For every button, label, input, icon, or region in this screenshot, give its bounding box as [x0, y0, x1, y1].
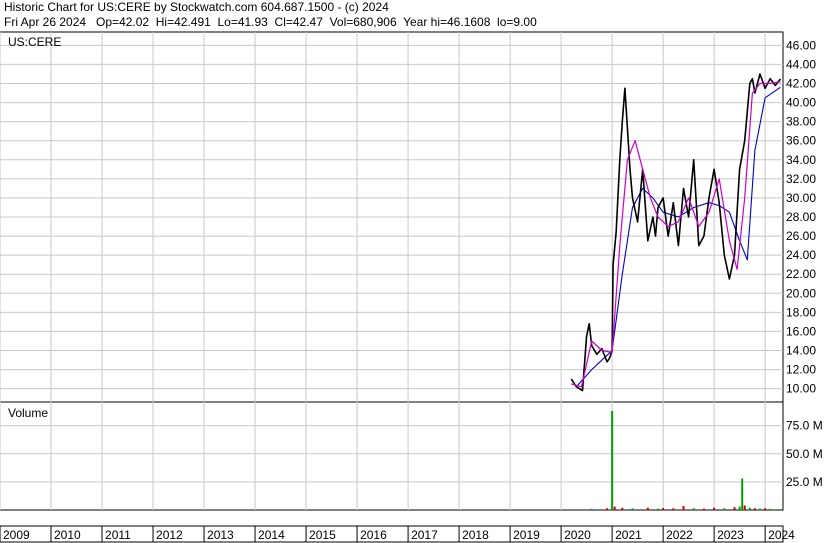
price-tick-label-12: 34.00: [786, 153, 816, 167]
volume-bar-23: [769, 508, 772, 510]
volume-panel-frame: [0, 401, 784, 511]
price-tick-label-5: 20.00: [786, 286, 816, 300]
volume-bar-11: [692, 508, 695, 510]
year-tick-label-15: 2024: [768, 528, 795, 542]
price-tick-label-18: 46.00: [786, 38, 816, 52]
volume-bar-3: [613, 506, 616, 510]
volume-bar-13: [713, 507, 716, 510]
volume-label: Volume: [8, 406, 48, 420]
year-tick-label-13: 2022: [666, 528, 693, 542]
year-tick-label-7: 2016: [360, 528, 387, 542]
volume-bar-14: [723, 508, 726, 510]
volume-bar-19: [748, 507, 751, 510]
volume-tick-label-2: 75.0 M: [786, 419, 823, 433]
volume-bar-22: [764, 508, 767, 510]
year-tick-label-8: 2017: [411, 528, 438, 542]
price-tick-label-8: 26.00: [786, 229, 816, 243]
volume-bar-6: [646, 507, 649, 510]
volume-tick-label-1: 50.0 M: [786, 447, 823, 461]
volume-bar-1: [606, 508, 609, 510]
volume-bar-9: [672, 508, 675, 510]
price-tick-label-1: 12.00: [786, 363, 816, 377]
volume-bar-20: [753, 508, 756, 510]
year-tick-label-4: 2013: [207, 528, 234, 542]
volume-bar-16: [738, 506, 741, 510]
volume-bar-18: [743, 505, 746, 510]
price-tick-label-6: 22.00: [786, 267, 816, 281]
volume-bar-15: [733, 507, 736, 510]
year-tick-label-14: 2023: [717, 528, 744, 542]
year-tick-label-12: 2021: [615, 528, 642, 542]
volume-bar-7: [657, 508, 660, 510]
price-tick-label-13: 36.00: [786, 134, 816, 148]
year-tick-label-11: 2020: [564, 528, 591, 542]
price-tick-label-7: 24.00: [786, 248, 816, 262]
price-tick-label-14: 38.00: [786, 115, 816, 129]
volume-bar-24: [779, 509, 782, 511]
volume-tick-label-0: 25.0 M: [786, 475, 823, 489]
price-tick-label-10: 30.00: [786, 191, 816, 205]
price-tick-label-0: 10.00: [786, 382, 816, 396]
price-tick-label-4: 18.00: [786, 305, 816, 319]
volume-bar-10: [682, 506, 685, 510]
volume-bar-5: [631, 508, 634, 510]
price-tick-label-16: 42.00: [786, 76, 816, 90]
price-tick-label-3: 16.00: [786, 324, 816, 338]
volume-bar-12: [702, 508, 705, 510]
axis-labels: 10.00 12.00 14.00 16.00 18.00 20.00 22.00 24.00…: [3, 38, 823, 542]
year-tick-label-3: 2012: [156, 528, 183, 542]
year-tick-label-10: 2019: [513, 528, 540, 542]
price-tick-label-17: 44.00: [786, 57, 816, 71]
price-tick-label-9: 28.00: [786, 210, 816, 224]
year-tick-label-2: 2011: [105, 528, 131, 542]
volume-bar-17: [741, 478, 744, 510]
price-tick-label-11: 32.00: [786, 172, 816, 186]
price-tick-label-2: 14.00: [786, 344, 816, 358]
year-tick-label-5: 2014: [258, 528, 285, 542]
volume-bar-8: [662, 507, 665, 510]
volume-bar-21: [759, 508, 762, 510]
volume-bar-2: [611, 411, 614, 510]
volume-bar-0: [590, 508, 593, 510]
year-tick-label-9: 2018: [462, 528, 489, 542]
grid-lines: [0, 32, 783, 542]
year-tick-label-1: 2010: [54, 528, 81, 542]
year-tick-label-0: 2009: [3, 528, 30, 542]
year-tick-label-6: 2015: [309, 528, 336, 542]
symbol-label: US:CERE: [8, 35, 61, 49]
stock-chart-svg: 10.00 12.00 14.00 16.00 18.00 20.00 22.00 24.00…: [0, 31, 823, 543]
volume-bar-4: [621, 507, 624, 510]
price-tick-label-15: 40.00: [786, 96, 816, 110]
